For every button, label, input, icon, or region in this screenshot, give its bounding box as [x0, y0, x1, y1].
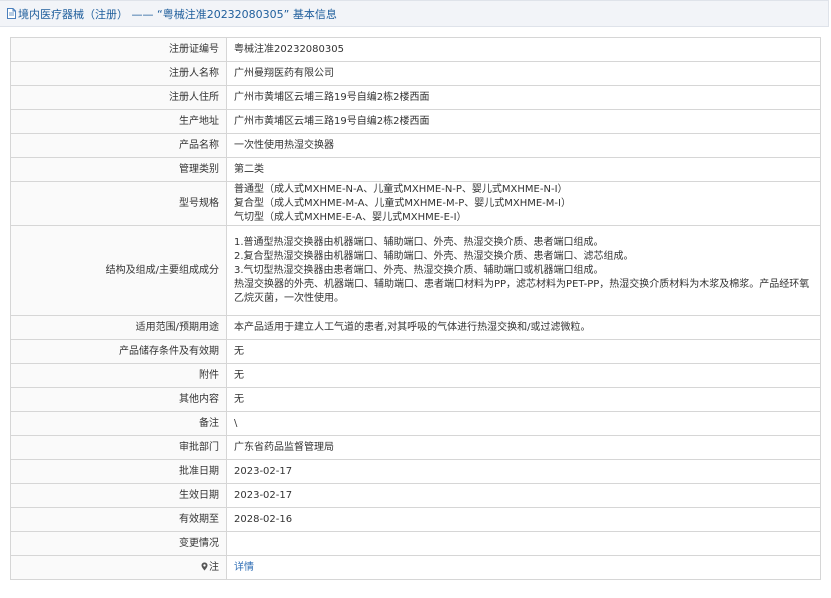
field-value-change-history — [226, 531, 821, 556]
table-row: 管理类别 第二类 — [10, 157, 821, 182]
value-line: 广州市黄埔区云埔三路19号自编2栋2楼西面 — [234, 115, 430, 127]
value-line: 3.气切型热湿交换器由患者端口、外壳、热湿交换介质、辅助端口或机器端口组成。 — [234, 264, 604, 276]
table-row: 变更情况 — [10, 531, 821, 556]
field-label-structure-composition: 结构及组成/主要组成成分 — [10, 225, 227, 316]
value-line: \ — [234, 417, 238, 429]
value-line: 广州市黄埔区云埔三路19号自编2栋2楼西面 — [234, 91, 430, 103]
details-link[interactable]: 详情 — [234, 562, 254, 573]
table-row: 审批部门 广东省药品监督管理局 — [10, 435, 821, 460]
field-label-expiry-date: 有效期至 — [10, 507, 227, 532]
value-line: 2023-02-17 — [234, 489, 293, 501]
field-label-registration-number: 注册证编号 — [10, 37, 227, 62]
field-value-attachment: 无 — [226, 363, 821, 388]
table-row: 型号规格 普通型（成人式MXHME-N-A、儿童式MXHME-N-P、婴儿式MXH… — [10, 181, 821, 226]
field-label-model-spec: 型号规格 — [10, 181, 227, 226]
field-value-structure-composition: 1.普通型热湿交换器由机器端口、辅助端口、外壳、热湿交换介质、患者端口组成。 2.… — [226, 225, 821, 316]
field-value-registrant-name: 广州曼翔医药有限公司 — [226, 61, 821, 86]
value-line: 普通型（成人式MXHME-N-A、儿童式MXHME-N-P、婴儿式MXHME-N… — [234, 183, 568, 195]
table-row: 产品名称 一次性使用热湿交换器 — [10, 133, 821, 158]
field-label-effective-date: 生效日期 — [10, 483, 227, 508]
location-pin-icon — [201, 562, 208, 570]
value-line: 无 — [234, 369, 244, 381]
value-line: 无 — [234, 345, 244, 357]
field-value-remarks: \ — [226, 411, 821, 436]
field-value-effective-date: 2023-02-17 — [226, 483, 821, 508]
table-row: 注册证编号 粤械注准20232080305 — [10, 37, 821, 62]
value-line: 气切型（成人式MXHME-E-A、婴儿式MXHME-E-I） — [234, 211, 467, 223]
field-label-management-class: 管理类别 — [10, 157, 227, 182]
value-line: 复合型（成人式MXHME-M-A、儿童式MXHME-M-P、婴儿式MXHME-M… — [234, 197, 571, 209]
table-row: 批准日期 2023-02-17 — [10, 459, 821, 484]
page-title: 境内医疗器械（注册） —— “粤械注准20232080305” 基本信息 — [18, 7, 337, 21]
table-row: 附件无 — [10, 363, 821, 388]
table-row: 注册人住所 广州市黄埔区云埔三路19号自编2栋2楼西面 — [10, 85, 821, 110]
field-label-approval-department: 审批部门 — [10, 435, 227, 460]
field-label-approval-date: 批准日期 — [10, 459, 227, 484]
field-label-storage-validity: 产品储存条件及有效期 — [10, 339, 227, 364]
field-label-production-address: 生产地址 — [10, 109, 227, 134]
field-value-approval-department: 广东省药品监督管理局 — [226, 435, 821, 460]
note-label: 注 — [209, 561, 219, 573]
field-value-production-address: 广州市黄埔区云埔三路19号自编2栋2楼西面 — [226, 109, 821, 134]
table-row: 适用范围/预期用途 本产品适用于建立人工气道的患者,对其呼吸的气体进行热湿交换和/… — [10, 315, 821, 340]
table-row: 其他内容无 — [10, 387, 821, 412]
field-value-other-content: 无 — [226, 387, 821, 412]
field-label-change-history: 变更情况 — [10, 531, 227, 556]
value-line: 2028-02-16 — [234, 513, 293, 525]
field-value-product-name: 一次性使用热湿交换器 — [226, 133, 821, 158]
value-line: 本产品适用于建立人工气道的患者,对其呼吸的气体进行热湿交换和/或过滤微粒。 — [234, 321, 591, 333]
value-line: 热湿交换器的外壳、机器端口、辅助端口、患者端口材料为PP，滤芯材料为PET-PP… — [234, 278, 810, 304]
value-line: 广州曼翔医药有限公司 — [234, 67, 334, 79]
field-value-registrant-address: 广州市黄埔区云埔三路19号自编2栋2楼西面 — [226, 85, 821, 110]
value-line: 一次性使用热湿交换器 — [234, 139, 334, 151]
field-value-registration-number: 粤械注准20232080305 — [226, 37, 821, 62]
field-label-remarks: 备注 — [10, 411, 227, 436]
value-line: 第二类 — [234, 163, 264, 175]
table-row: 注册人名称 广州曼翔医药有限公司 — [10, 61, 821, 86]
table-row: 产品储存条件及有效期无 — [10, 339, 821, 364]
value-line: 2.复合型热湿交换器由机器端口、辅助端口、外壳、热湿交换介质、患者端口、滤芯组成… — [234, 250, 634, 262]
field-label-product-name: 产品名称 — [10, 133, 227, 158]
document-icon — [7, 8, 16, 19]
field-label-intended-use: 适用范围/预期用途 — [10, 315, 227, 340]
field-value-model-spec: 普通型（成人式MXHME-N-A、儿童式MXHME-N-P、婴儿式MXHME-N… — [226, 181, 821, 226]
field-label-registrant-name: 注册人名称 — [10, 61, 227, 86]
field-value-storage-validity: 无 — [226, 339, 821, 364]
field-value-management-class: 第二类 — [226, 157, 821, 182]
table-row: 生效日期 2023-02-17 — [10, 483, 821, 508]
value-line: 广东省药品监督管理局 — [234, 441, 334, 453]
page-header: 境内医疗器械（注册） —— “粤械注准20232080305” 基本信息 — [0, 0, 829, 27]
field-value-note: 详情 — [226, 555, 821, 580]
value-line: 粤械注准20232080305 — [234, 43, 344, 55]
value-line: 无 — [234, 393, 244, 405]
field-value-expiry-date: 2028-02-16 — [226, 507, 821, 532]
value-line: 1.普通型热湿交换器由机器端口、辅助端口、外壳、热湿交换介质、患者端口组成。 — [234, 236, 604, 248]
value-line: 2023-02-17 — [234, 465, 293, 477]
field-label-other-content: 其他内容 — [10, 387, 227, 412]
field-label-note: 注 — [10, 555, 227, 580]
field-value-approval-date: 2023-02-17 — [226, 459, 821, 484]
field-label-registrant-address: 注册人住所 — [10, 85, 227, 110]
field-label-attachment: 附件 — [10, 363, 227, 388]
table-row: 注 详情 — [10, 555, 821, 580]
table-row: 结构及组成/主要组成成分 1.普通型热湿交换器由机器端口、辅助端口、外壳、热湿交换… — [10, 225, 821, 316]
table-row: 生产地址 广州市黄埔区云埔三路19号自编2栋2楼西面 — [10, 109, 821, 134]
table-row: 备注 \ — [10, 411, 821, 436]
registration-info-table: 注册证编号 粤械注准20232080305 注册人名称 广州曼翔医药有限公司 注册人住所… — [10, 37, 821, 580]
table-row: 有效期至 2028-02-16 — [10, 507, 821, 532]
field-value-intended-use: 本产品适用于建立人工气道的患者,对其呼吸的气体进行热湿交换和/或过滤微粒。 — [226, 315, 821, 340]
